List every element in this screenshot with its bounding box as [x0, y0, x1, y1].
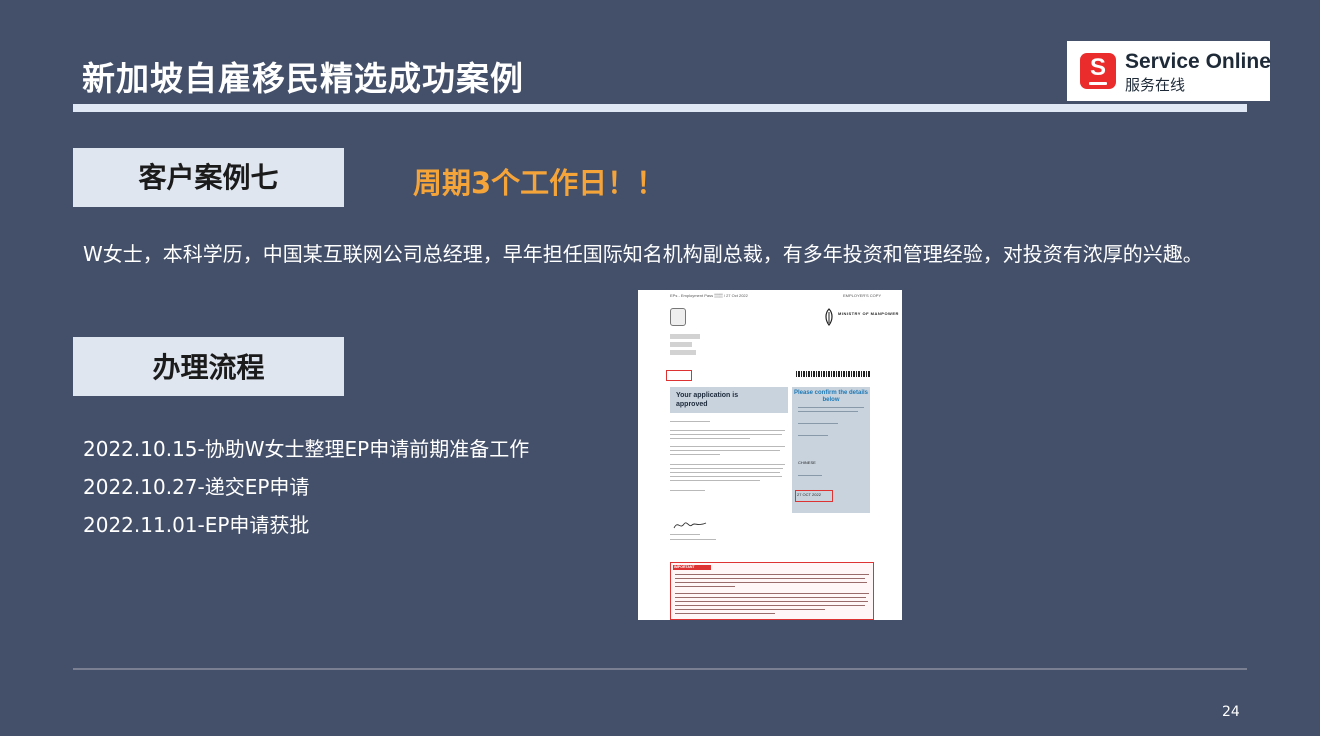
process-step: 2022.10.15-协助W女士整理EP申请前期准备工作	[83, 437, 530, 461]
text-line	[675, 605, 865, 606]
text-line	[798, 411, 858, 412]
text-line	[670, 534, 700, 535]
text-line	[675, 574, 869, 575]
text-line	[675, 601, 868, 602]
text-line	[670, 539, 716, 540]
confirm-title: Please confirm the details below	[793, 390, 869, 403]
page-number: 24	[1222, 704, 1240, 720]
text-line	[675, 582, 867, 583]
title-underline	[73, 104, 1247, 112]
case-label: 客户案例七	[73, 148, 344, 207]
text-line	[675, 593, 869, 594]
case-period: 周期3个工作日！！	[413, 166, 666, 200]
logo-mark-bar	[1089, 82, 1107, 85]
logo-name-cn: 服务在线	[1125, 76, 1186, 94]
process-label: 办理流程	[73, 337, 344, 396]
highlight-box	[666, 370, 692, 381]
redacted-block	[670, 342, 692, 347]
process-steps: 2022.10.15-协助W女士整理EP申请前期准备工作 2022.10.27-…	[83, 430, 529, 544]
text-line	[670, 468, 783, 469]
mom-logo-icon	[825, 308, 833, 326]
text-line	[670, 446, 785, 447]
text-line	[798, 435, 828, 436]
page-title: 新加坡自雇移民精选成功案例	[82, 59, 524, 98]
text-line	[675, 609, 825, 610]
nationality-value: CHINESE	[798, 460, 816, 465]
doc-copy-tag: EMPLOYER'S COPY	[843, 293, 882, 298]
process-step: 2022.11.01-EP申请获批	[83, 513, 310, 537]
text-line	[675, 597, 866, 598]
approved-title: Your application is approved	[676, 392, 739, 408]
doc-header-line: EPs - Employment Pass ▒▒▒ / 27 Oct 2022	[670, 293, 748, 298]
text-line	[670, 480, 760, 481]
text-line	[670, 438, 750, 439]
process-step: 2022.10.27-递交EP申请	[83, 475, 310, 499]
text-line	[670, 421, 710, 422]
logo-mark-icon: S	[1080, 53, 1116, 89]
date-highlight-box	[795, 490, 833, 502]
case-description: W女士，本科学历，中国某互联网公司总经理，早年担任国际知名机构副总裁，有多年投资…	[83, 242, 1203, 266]
approved-banner: Your application is approved	[670, 387, 788, 413]
text-line	[670, 434, 782, 435]
text-line	[798, 423, 838, 424]
text-line	[675, 586, 735, 587]
text-line	[670, 476, 782, 477]
logo-name-en: Service Online	[1125, 50, 1271, 73]
singapore-crest-icon	[670, 308, 686, 326]
text-line	[798, 475, 822, 476]
text-line	[670, 464, 785, 465]
footer-divider	[73, 668, 1247, 670]
text-line	[798, 407, 864, 408]
logo-mark-letter: S	[1089, 54, 1106, 81]
important-label: IMPORTANT	[674, 565, 695, 569]
text-line	[670, 430, 785, 431]
barcode	[796, 371, 870, 377]
signature-icon	[673, 522, 707, 529]
service-online-logo: S Service Online 服务在线	[1067, 41, 1271, 101]
text-line	[670, 490, 705, 491]
important-notice: IMPORTANT	[670, 562, 874, 620]
redacted-block	[670, 350, 696, 355]
text-line	[670, 450, 780, 451]
approval-letter-image: EPs - Employment Pass ▒▒▒ / 27 Oct 2022 …	[638, 290, 902, 620]
text-line	[670, 454, 720, 455]
text-line	[675, 613, 775, 614]
text-line	[675, 578, 865, 579]
ministry-name: MINISTRY OF MANPOWER	[838, 311, 899, 316]
text-line	[670, 472, 780, 473]
redacted-block	[670, 334, 700, 339]
